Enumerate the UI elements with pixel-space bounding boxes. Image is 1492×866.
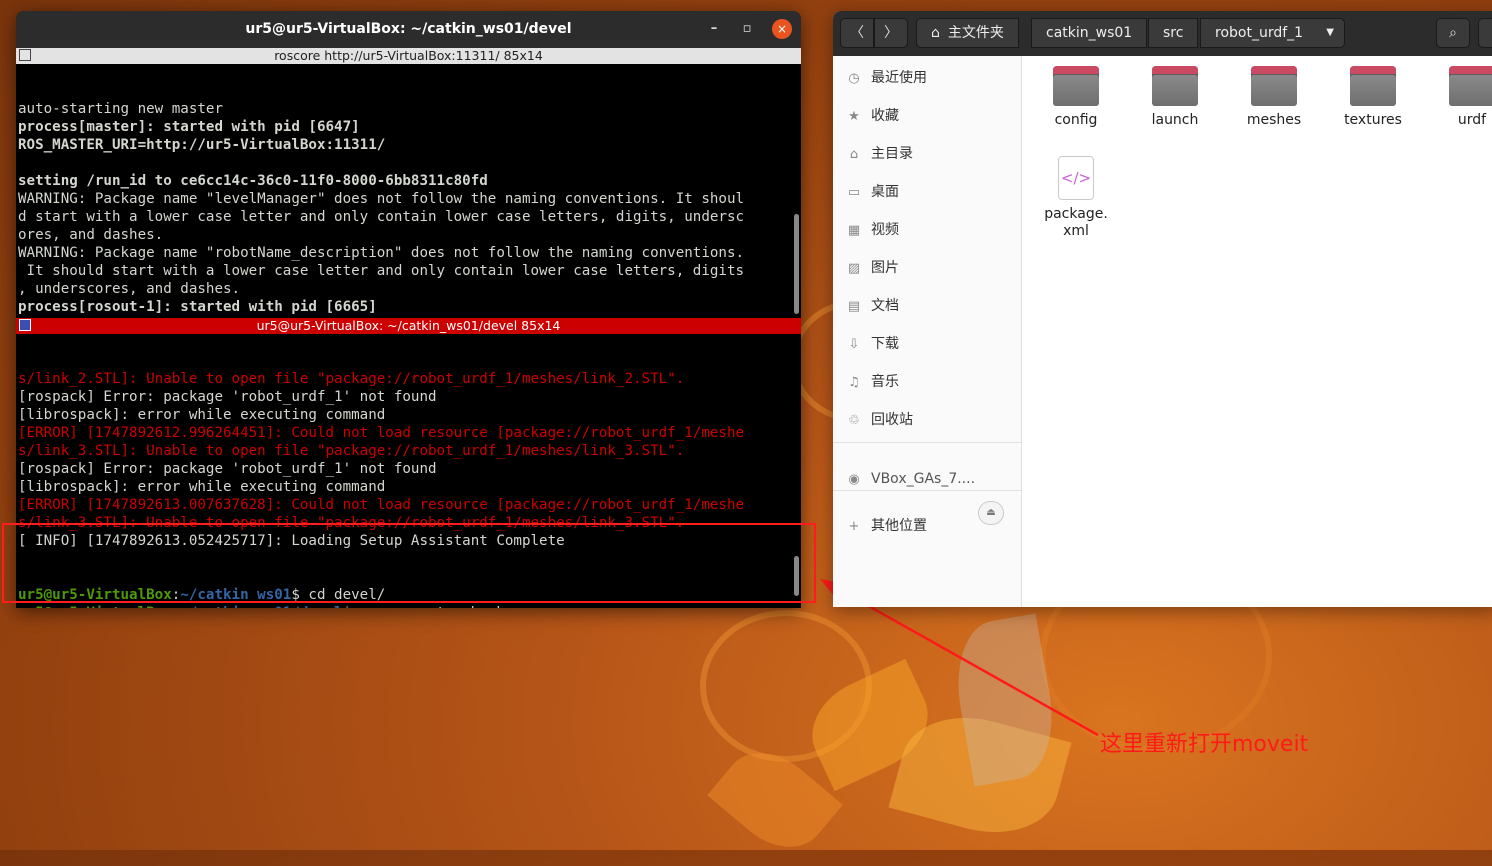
breadcrumb-label: 主文件夹 (947, 25, 1004, 41)
sidebar-item[interactable]: ♫ 音乐 (845, 370, 899, 394)
view-options-button[interactable] (1478, 18, 1492, 48)
breadcrumb-src[interactable]: src (1148, 18, 1199, 48)
sidebar-item[interactable]: ▨ 图片 (845, 256, 899, 280)
desktop-icon: ▭ (847, 185, 861, 200)
file-label: meshes (1246, 112, 1302, 128)
chevron-down-icon[interactable]: ▼ (1326, 19, 1334, 47)
disc-icon: ◉ (848, 472, 860, 487)
sidebar-item[interactable]: ▦ 视频 (845, 218, 899, 242)
sidebar-item[interactable]: ⌂ 主目录 (845, 142, 913, 166)
folder-icon (1449, 66, 1492, 106)
folder-icon (1152, 66, 1198, 106)
eject-icon[interactable]: ⏏ (978, 501, 1004, 525)
folder-item[interactable]: config (1036, 66, 1116, 129)
sidebar-divider (833, 490, 1021, 491)
forward-icon: 〉 (884, 25, 898, 41)
file-manager-sidebar: ◷ 最近使用 ★ 收藏 ⌂ 主目录 ▭ 桌面 ▦ 视频 ▨ 图片 ▤ 文档 ⇩ 下载 ♫ 音乐 ♲ 回收站 ◉ VBox… (833, 56, 1022, 607)
breadcrumb-catkin-ws01[interactable]: catkin_ws01 (1031, 18, 1148, 48)
file-manager-header: 〈 〉 ⌂ 主文件夹 catkin_ws01 src robot_urdf_1 ▼… (833, 11, 1492, 56)
sidebar-item-label: 文档 (871, 298, 899, 314)
back-button[interactable]: 〈 (840, 18, 874, 48)
annotation-text: 这里重新打开moveit (1100, 732, 1309, 757)
sidebar-item-label: 最近使用 (871, 70, 927, 86)
sidebar-item[interactable]: ▭ 桌面 (845, 180, 899, 204)
sidebar-item[interactable]: ▤ 文档 (845, 294, 899, 318)
picture-icon: ▨ (847, 261, 861, 276)
video-icon: ▦ (847, 223, 861, 238)
sidebar-item-label: 下载 (871, 336, 899, 352)
download-icon: ⇩ (848, 337, 860, 352)
sidebar-item[interactable]: ★ 收藏 (845, 104, 899, 128)
sidebar-item[interactable]: ◷ 最近使用 (845, 66, 927, 90)
sidebar-item-label: 主目录 (871, 146, 913, 162)
sidebar-item-label: 回收站 (871, 412, 913, 428)
file-label: textures (1344, 112, 1402, 128)
forward-button[interactable]: 〉 (874, 18, 908, 48)
breadcrumb-label: robot_urdf_1 (1215, 25, 1304, 41)
folder-item[interactable]: meshes (1234, 66, 1314, 129)
folder-item[interactable]: launch (1135, 66, 1215, 129)
sidebar-item-vbox[interactable]: ◉ VBox_GAs_7.... (845, 467, 1015, 491)
back-icon: 〈 (850, 25, 864, 41)
sidebar-item-label: 视频 (871, 222, 899, 238)
star-icon: ★ (848, 109, 860, 124)
sidebar-item-other-locations[interactable]: + 其他位置 (845, 514, 927, 538)
breadcrumb-label: catkin_ws01 (1046, 25, 1133, 41)
trash-icon: ♲ (848, 413, 860, 428)
file-item[interactable]: </> package. xml (1036, 156, 1116, 240)
sidebar-item-label: 收藏 (871, 108, 899, 124)
sidebar-item-label: 音乐 (871, 374, 899, 390)
sidebar-divider (833, 442, 1021, 443)
recent-icon: ◷ (848, 71, 860, 86)
folder-icon (1251, 66, 1297, 106)
sidebar-item-label: 图片 (871, 260, 899, 276)
breadcrumb-label: src (1163, 25, 1184, 41)
breadcrumb-home[interactable]: ⌂ 主文件夹 (916, 18, 1019, 48)
music-icon: ♫ (848, 375, 860, 390)
folder-icon (1053, 66, 1099, 106)
search-button[interactable]: ⌕ (1436, 18, 1470, 48)
breadcrumb-robot-urdf-1[interactable]: robot_urdf_1 ▼ (1200, 18, 1345, 48)
folder-item[interactable]: textures (1333, 66, 1413, 129)
sidebar-item-label: 其他位置 (871, 518, 927, 534)
folder-item[interactable]: urdf (1432, 66, 1492, 129)
file-label: launch (1151, 112, 1199, 128)
home-icon: ⌂ (931, 25, 940, 41)
file-manager-window[interactable]: 〈 〉 ⌂ 主文件夹 catkin_ws01 src robot_urdf_1 ▼… (833, 11, 1492, 607)
search-icon: ⌕ (1449, 25, 1457, 41)
xml-file-icon: </> (1058, 156, 1094, 200)
home-icon: ⌂ (849, 147, 859, 162)
folder-icon (1350, 66, 1396, 106)
sidebar-item[interactable]: ⇩ 下载 (845, 332, 899, 356)
plus-icon: + (848, 519, 860, 534)
file-label: package. xml (1044, 206, 1108, 239)
file-label: config (1054, 112, 1098, 128)
sidebar-item-label: VBox_GAs_7.... (871, 471, 976, 487)
document-icon: ▤ (847, 299, 861, 314)
file-label: urdf (1457, 112, 1487, 128)
sidebar-item-label: 桌面 (871, 184, 899, 200)
sidebar-item[interactable]: ♲ 回收站 (845, 408, 913, 432)
